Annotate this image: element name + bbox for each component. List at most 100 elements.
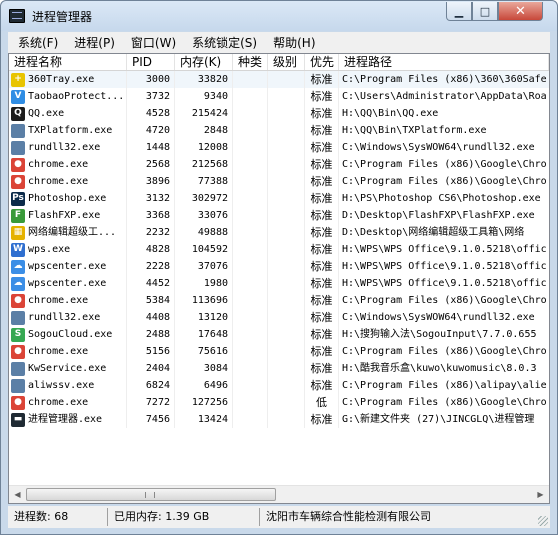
process-row[interactable]: rundll32.exe 4408 13120 标准 C:\Windows\SysWOW… <box>9 309 549 326</box>
process-row[interactable]: KwService.exe 2404 3084 标准 H:\酷我音乐盒\kuwo\kuw… <box>9 360 549 377</box>
process-level <box>268 411 305 428</box>
column-header-level[interactable]: 级别 <box>268 54 305 70</box>
process-row[interactable]: ▦ 网络编辑超级工... 2232 49888 标准 D:\Desktop\网络编辑超级工… <box>9 224 549 241</box>
process-memory: 49888 <box>175 224 233 241</box>
process-row[interactable]: ● chrome.exe 3896 77388 标准 C:\Program Files (… <box>9 173 549 190</box>
wps-icon: W <box>11 242 25 257</box>
process-row[interactable]: ☁ wpscenter.exe 4452 1980 标准 H:\WPS\WPS Offic… <box>9 275 549 292</box>
window-title: 进程管理器 <box>32 10 93 24</box>
process-name: TXPlatform.exe <box>28 125 113 136</box>
process-list: 进程名称 PID 内存(K) 种类 级别 优先 进程路径 +360Tray.ex… <box>8 53 550 504</box>
status-company: 沈阳市车辆综合性能检测有限公司 <box>266 510 431 523</box>
process-row[interactable]: ● chrome.exe 5156 75616 标准 C:\Program Files (… <box>9 343 549 360</box>
scroll-right-arrow-icon[interactable]: ▶ <box>532 486 549 503</box>
process-memory: 17648 <box>175 326 233 343</box>
process-row[interactable]: Wwps.exe 4828 104592 标准 H:\WPS\WPS Office\9.… <box>9 241 549 258</box>
process-path: C:\Program Files (x86)\alipay\alie <box>342 380 547 391</box>
process-path: D:\Desktop\FlashFXP\FlashFXP.exe <box>342 210 535 221</box>
process-priority: 标准 <box>305 139 339 156</box>
process-level <box>268 156 305 173</box>
column-header-priority[interactable]: 优先 <box>305 54 339 70</box>
process-pid: 2488 <box>127 326 175 343</box>
process-name: wps.exe <box>28 244 71 255</box>
column-header-memory[interactable]: 内存(K) <box>175 54 233 70</box>
scrollbar-thumb[interactable] <box>26 488 276 501</box>
process-priority: 标准 <box>305 377 339 394</box>
scroll-left-arrow-icon[interactable]: ◀ <box>9 486 26 503</box>
process-row[interactable]: ☁ wpscenter.exe 2228 37076 标准 H:\WPS\WPS Offi… <box>9 258 549 275</box>
menu-window[interactable]: 窗口(W) <box>121 34 182 51</box>
process-memory: 3084 <box>175 360 233 377</box>
process-path: C:\Program Files (x86)\Google\Chro <box>342 295 547 306</box>
process-name-cell: ☁ wpscenter.exe <box>9 275 127 292</box>
process-row[interactable]: ● chrome.exe 7272 127256 低 C:\Program Files (… <box>9 394 549 411</box>
process-pid: 7272 <box>127 394 175 411</box>
column-header-name[interactable]: 进程名称 <box>9 54 127 70</box>
column-header-path[interactable]: 进程路径 <box>339 54 549 70</box>
process-row[interactable]: rundll32.exe 1448 12008 标准 C:\Windows\SysWOW… <box>9 139 549 156</box>
process-kind <box>233 258 268 275</box>
status-bar: 进程数: 68 已用内存: 1.39 GB 沈阳市车辆综合性能检测有限公司 <box>8 506 550 528</box>
process-kind <box>233 88 268 105</box>
process-row[interactable]: V TaobaoProtect... 3732 9340 标准 C:\Users\Admi… <box>9 88 549 105</box>
menu-help[interactable]: 帮助(H) <box>263 34 321 51</box>
process-name: rundll32.exe <box>28 312 101 323</box>
process-priority: 标准 <box>305 207 339 224</box>
process-memory: 37076 <box>175 258 233 275</box>
title-bar[interactable]: 进程管理器 ▁ □ ✕ <box>1 1 557 31</box>
process-level <box>268 224 305 241</box>
process-manager-icon: ▬ <box>11 412 25 427</box>
process-row[interactable]: aliwssv.exe 6824 6496 标准 C:\Program Files (x… <box>9 377 549 394</box>
maximize-button[interactable]: □ <box>472 2 498 21</box>
process-level <box>268 309 305 326</box>
close-button[interactable]: ✕ <box>498 2 543 21</box>
process-level <box>268 190 305 207</box>
process-level <box>268 292 305 309</box>
process-row[interactable]: TXPlatform.exe 4720 2848 标准 H:\QQ\Bin\TXPlat… <box>9 122 549 139</box>
360-icon: + <box>11 72 25 87</box>
process-name: 网络编辑超级工... <box>28 227 117 238</box>
process-priority: 低 <box>305 394 339 411</box>
process-kind <box>233 139 268 156</box>
process-row[interactable]: Ps Photoshop.exe 3132 302972 标准 H:\PS\Photosh… <box>9 190 549 207</box>
process-kind <box>233 173 268 190</box>
process-name: wpscenter.exe <box>28 261 107 272</box>
process-path: C:\Windows\SysWOW64\rundll32.exe <box>342 312 535 323</box>
resize-grip-icon[interactable] <box>538 516 548 526</box>
process-row[interactable]: ● chrome.exe 2568 212568 标准 C:\Program Files … <box>9 156 549 173</box>
menu-process[interactable]: 进程(P) <box>64 34 121 51</box>
process-priority: 标准 <box>305 156 339 173</box>
column-header-kind[interactable]: 种类 <box>233 54 268 70</box>
process-row[interactable]: Q QQ.exe 4528 215424 标准 H:\QQ\Bin\QQ.exe <box>9 105 549 122</box>
process-memory: 2848 <box>175 122 233 139</box>
process-name: aliwssv.exe <box>28 380 95 391</box>
process-name-cell: TXPlatform.exe <box>9 122 127 139</box>
process-row[interactable]: ● chrome.exe 5384 113696 标准 C:\Program Files … <box>9 292 549 309</box>
process-name-cell: ● chrome.exe <box>9 394 127 411</box>
process-memory: 212568 <box>175 156 233 173</box>
process-priority: 标准 <box>305 292 339 309</box>
process-priority: 标准 <box>305 360 339 377</box>
process-name-cell: Ps Photoshop.exe <box>9 190 127 207</box>
process-row[interactable]: +360Tray.exe 3000 33820 标准 C:\Program Files … <box>9 71 549 88</box>
process-kind <box>233 190 268 207</box>
process-level <box>268 275 305 292</box>
process-kind <box>233 275 268 292</box>
process-path: C:\Program Files (x86)\Google\Chro <box>342 346 547 357</box>
process-name-cell: Wwps.exe <box>9 241 127 258</box>
process-row[interactable]: S SogouCloud.exe 2488 17648 标准 H:\搜狗输入法\Sogou… <box>9 326 549 343</box>
process-kind <box>233 326 268 343</box>
process-name-cell: ▦ 网络编辑超级工... <box>9 224 127 241</box>
process-name-cell: ● chrome.exe <box>9 343 127 360</box>
minimize-button[interactable]: ▁ <box>446 2 472 21</box>
process-row[interactable]: ▬ 进程管理器.exe 7456 13424 标准 G:\新建文件夹 (27)\JINCG… <box>9 411 549 428</box>
process-kind <box>233 122 268 139</box>
status-process-count: 进程数: 68 <box>8 508 108 526</box>
menu-system-lock[interactable]: 系统锁定(S) <box>182 34 263 51</box>
process-row[interactable]: F FlashFXP.exe 3368 33076 标准 D:\Desktop\Flash… <box>9 207 549 224</box>
menu-system[interactable]: 系统(F) <box>8 34 64 51</box>
horizontal-scrollbar[interactable]: ◀ ▶ <box>9 485 549 503</box>
column-header-pid[interactable]: PID <box>127 54 175 70</box>
process-priority: 标准 <box>305 224 339 241</box>
app-icon <box>9 9 25 23</box>
